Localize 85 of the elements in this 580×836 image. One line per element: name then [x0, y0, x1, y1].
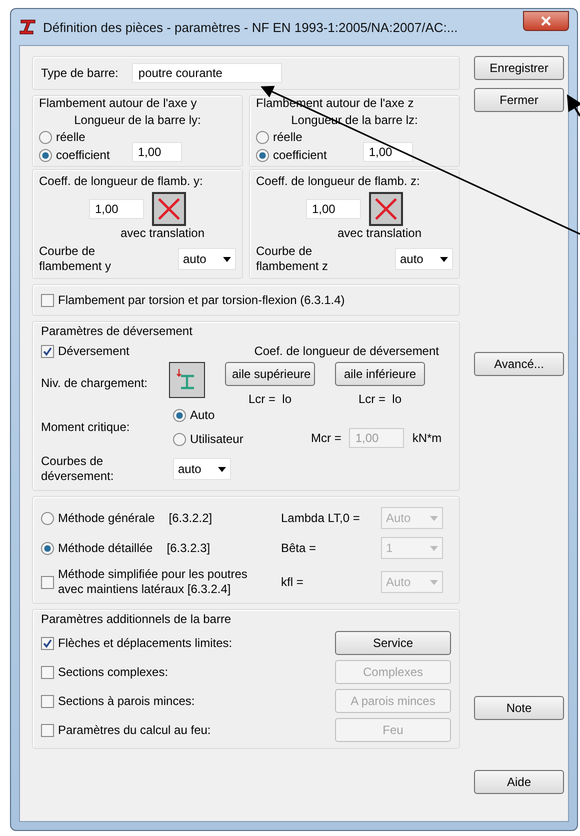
caret-icon: [430, 516, 438, 520]
radio-button[interactable]: [39, 148, 52, 162]
field-label: Courbes de déversement:: [41, 454, 115, 484]
field-label: kfl =: [281, 575, 304, 589]
radio-button[interactable]: [41, 512, 54, 524]
radio-button[interactable]: [39, 130, 52, 144]
coefficient-field[interactable]: 1,00: [89, 199, 144, 219]
field-label: Niv. de chargement:: [41, 376, 148, 390]
caption: avec translation: [120, 226, 205, 240]
radio-button[interactable]: [41, 542, 54, 554]
checkbox-label: Paramètres du calcul au feu:: [58, 723, 211, 737]
coefficient-field[interactable]: 1,00: [306, 199, 361, 219]
cross-icon-button[interactable]: [369, 192, 403, 226]
radio-button[interactable]: [256, 130, 269, 144]
beam-icon-button[interactable]: [169, 362, 205, 398]
group-title: Flambement autour de l'axe y: [39, 96, 198, 110]
group-title: Paramètres de déversement: [41, 324, 194, 338]
checkbox[interactable]: [41, 576, 54, 588]
checkbox[interactable]: [41, 344, 54, 358]
reference-label: [6.3.2.3]: [166, 541, 210, 555]
checkbox-label: Sections à parois minces:: [58, 694, 195, 708]
side-button[interactable]: Enregistrer: [474, 56, 564, 80]
side-button[interactable]: Aide: [474, 770, 564, 794]
field-label: Type de barre:: [41, 66, 118, 80]
field-label: Courbe de flambement y: [39, 244, 112, 274]
caret-icon: [440, 256, 448, 262]
field-label: Mcr =: [311, 431, 342, 445]
caret-icon: [430, 546, 438, 550]
dropdown[interactable]: auto: [395, 248, 453, 270]
option-label: Méthode générale: [58, 511, 155, 525]
dropdown[interactable]: auto: [178, 248, 236, 270]
flange-button[interactable]: aile inférieure: [335, 362, 425, 386]
length-field[interactable]: 1,00: [132, 142, 182, 162]
radio-button[interactable]: [256, 148, 269, 162]
window-title: Définition des pièces - paramètres - NF EN 1993-1:2005/NA:2007/AC:...: [43, 20, 458, 34]
field-label: Coeff. de longueur de flamb. y:: [39, 174, 204, 188]
checkbox[interactable]: [41, 636, 54, 650]
option-label: Méthode simplifiée pour les poutres avec maintiens latéraux [6.3.2.4]: [58, 567, 248, 597]
checkbox[interactable]: [41, 294, 54, 306]
field-label: Lambda LT,0 =: [281, 511, 361, 525]
caret-icon: [223, 256, 231, 262]
field-label: Coef. de longueur de déversement: [254, 344, 439, 358]
option-label: Utilisateur: [190, 432, 244, 446]
option-label: réelle: [56, 130, 86, 144]
side-button[interactable]: Avancé...: [474, 352, 564, 376]
checkbox-label: Flèches et déplacements limites:: [58, 636, 232, 650]
side-button[interactable]: Fermer: [474, 88, 564, 112]
radio-button[interactable]: [173, 432, 186, 446]
field-label: Moment critique:: [41, 420, 131, 434]
checkbox-label: Sections complexes:: [58, 665, 168, 679]
checkbox-label: Déversement: [58, 344, 130, 358]
flange-button[interactable]: aile supérieure: [225, 362, 315, 386]
checkbox[interactable]: [41, 724, 54, 736]
bar-type-field[interactable]: poutre courante: [132, 63, 282, 83]
close-button[interactable]: [523, 11, 569, 31]
length-field[interactable]: 1,00: [362, 142, 413, 162]
unit-label: kN*m: [412, 431, 442, 445]
side-button[interactable]: Note: [474, 696, 564, 720]
checkbox[interactable]: [41, 666, 54, 678]
radio-button[interactable]: [173, 408, 186, 422]
app-icon: [19, 19, 37, 35]
cross-icon: [157, 197, 181, 221]
section-button[interactable]: Service: [335, 631, 451, 655]
field-label: Longueur de la barre ly:: [74, 113, 201, 127]
option-label: coefficient: [56, 148, 110, 162]
checkbox-label: Flambement par torsion et par torsion-flexion (6.3.1.4): [58, 293, 345, 307]
cross-icon-button[interactable]: [152, 192, 186, 226]
field-label: Coeff. de longueur de flamb. z:: [256, 174, 421, 188]
group-title: Paramètres additionnels de la barre: [41, 612, 232, 626]
cross-icon: [374, 197, 398, 221]
checkbox[interactable]: [41, 694, 54, 708]
dropdown[interactable]: auto: [173, 458, 231, 480]
field-label: Bêta =: [281, 541, 318, 555]
caption: Lcr = lo: [248, 392, 292, 406]
caption: avec translation: [337, 226, 422, 240]
field-label: Courbe de flambement z: [256, 244, 330, 274]
caption: Lcr = lo: [358, 392, 402, 406]
option-label: Méthode détaillée: [58, 541, 153, 555]
caret-icon: [218, 466, 226, 472]
caret-icon: [430, 580, 438, 584]
option-label: réelle: [273, 130, 302, 144]
close-icon: [540, 16, 552, 26]
option-label: Auto: [190, 408, 215, 422]
reference-label: [6.3.2.2]: [168, 511, 212, 525]
option-label: coefficient: [273, 148, 327, 162]
